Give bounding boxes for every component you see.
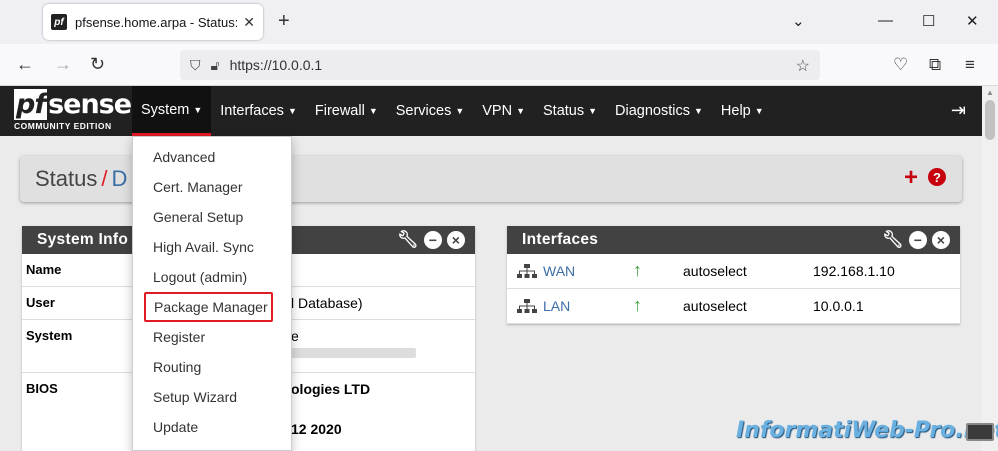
caret-down-icon: ▼ bbox=[516, 106, 526, 116]
menu-item-high-avail-sync[interactable]: High Avail. Sync bbox=[133, 232, 291, 262]
menu-interfaces[interactable]: Interfaces ▼ bbox=[211, 86, 306, 136]
menu-item-logout[interactable]: Logout (admin) bbox=[133, 262, 291, 292]
close-panel-icon[interactable]: × bbox=[447, 231, 465, 249]
system-dropdown-menu: Advanced Cert. Manager General Setup Hig… bbox=[132, 136, 292, 451]
address-bar[interactable]: ⛉ 🔓︎ ☆ bbox=[180, 50, 820, 80]
breadcrumb-current[interactable]: D bbox=[112, 166, 128, 191]
menu-item-package-manager[interactable]: Package Manager bbox=[144, 292, 273, 322]
caret-down-icon: ▼ bbox=[193, 104, 203, 115]
minimize-icon[interactable]: — bbox=[878, 12, 893, 29]
panel-title: Interfaces bbox=[522, 231, 599, 248]
interfaces-panel: Interfaces 🔧︎ − × WAN ↑ autoselect 192.1… bbox=[507, 226, 960, 324]
hamburger-menu-icon[interactable]: ≡ bbox=[965, 55, 975, 75]
main-menu: System ▼ Interfaces ▼ Firewall ▼ Services ▼ … bbox=[132, 86, 773, 136]
menu-services[interactable]: Services ▼ bbox=[387, 86, 474, 136]
pocket-icon[interactable]: ♡ bbox=[893, 55, 908, 75]
menu-help[interactable]: Help ▼ bbox=[712, 86, 773, 136]
pfsense-favicon-icon: pf bbox=[51, 14, 67, 30]
caret-down-icon: ▼ bbox=[588, 106, 598, 116]
add-widget-icon[interactable]: + bbox=[904, 164, 918, 192]
reload-icon[interactable]: ↻ bbox=[90, 54, 105, 75]
wrench-icon[interactable]: 🔧︎ bbox=[882, 230, 904, 250]
arrow-up-icon: ↑ bbox=[633, 295, 642, 315]
menu-system[interactable]: System ▼ bbox=[132, 86, 212, 136]
minimize-panel-icon[interactable]: − bbox=[424, 231, 442, 249]
interface-link-wan[interactable]: WAN bbox=[543, 263, 575, 279]
pfsense-logo[interactable]: pf sense COMMUNITY EDITION bbox=[14, 89, 132, 133]
breadcrumb-separator: / bbox=[101, 166, 108, 191]
maximize-icon[interactable]: ☐ bbox=[922, 12, 935, 30]
menu-firewall[interactable]: Firewall ▼ bbox=[306, 86, 387, 136]
breadcrumb-section[interactable]: Status bbox=[35, 166, 97, 191]
interface-link-lan[interactable]: LAN bbox=[543, 298, 570, 314]
menu-item-advanced[interactable]: Advanced bbox=[133, 142, 291, 172]
menu-status[interactable]: Status ▼ bbox=[534, 86, 606, 136]
browser-nav-bar: ← → ↻ ⛉ 🔓︎ ☆ ♡ ⧉ ≡ bbox=[0, 44, 998, 86]
new-tab-button[interactable]: + bbox=[278, 10, 290, 33]
caret-down-icon: ▼ bbox=[287, 106, 297, 116]
scroll-up-icon[interactable]: ▲ bbox=[986, 88, 994, 97]
logout-icon[interactable]: ⇥ bbox=[951, 100, 966, 121]
close-panel-icon[interactable]: × bbox=[932, 231, 950, 249]
menu-item-register[interactable]: Register bbox=[133, 322, 291, 352]
watermark: InformatiWeb-Pro.net bbox=[736, 418, 998, 443]
menu-vpn[interactable]: VPN ▼ bbox=[473, 86, 534, 136]
pfsense-navbar: pf sense COMMUNITY EDITION System ▼ Interf… bbox=[0, 86, 982, 136]
chevron-down-icon[interactable]: ⌄ bbox=[792, 12, 805, 30]
table-row: LAN ↑ autoselect 10.0.0.1 bbox=[507, 289, 960, 324]
browser-tab-bar: pf pfsense.home.arpa - Status: Das ✕ + ⌄… bbox=[0, 0, 998, 44]
scrollbar-thumb[interactable] bbox=[985, 100, 995, 140]
menu-item-setup-wizard[interactable]: Setup Wizard bbox=[133, 382, 291, 412]
menu-item-general-setup[interactable]: General Setup bbox=[133, 202, 291, 232]
forward-arrow-icon[interactable]: → bbox=[54, 54, 72, 75]
browser-tab[interactable]: pf pfsense.home.arpa - Status: Das ✕ bbox=[43, 4, 263, 40]
redacted-serial bbox=[291, 348, 416, 358]
wrench-icon[interactable]: 🔧︎ bbox=[397, 230, 419, 250]
logo-edition: COMMUNITY EDITION bbox=[14, 121, 112, 131]
caret-down-icon: ▼ bbox=[455, 106, 465, 116]
menu-item-routing[interactable]: Routing bbox=[133, 352, 291, 382]
tab-title: pfsense.home.arpa - Status: Das bbox=[75, 14, 238, 30]
close-icon[interactable]: ✕ bbox=[243, 14, 255, 31]
table-row: WAN ↑ autoselect 192.168.1.10 bbox=[507, 254, 960, 289]
network-icon bbox=[517, 264, 537, 278]
caret-down-icon: ▼ bbox=[368, 106, 378, 116]
back-arrow-icon[interactable]: ← bbox=[16, 54, 34, 75]
network-icon bbox=[517, 299, 537, 313]
menu-item-cert-manager[interactable]: Cert. Manager bbox=[133, 172, 291, 202]
caret-down-icon: ▼ bbox=[694, 106, 703, 116]
panel-title: System Info bbox=[37, 231, 129, 248]
lock-warning-icon[interactable]: 🔓︎ bbox=[211, 57, 220, 74]
caret-down-icon: ▼ bbox=[754, 106, 764, 116]
window-close-icon[interactable]: ✕ bbox=[966, 12, 979, 30]
help-icon[interactable]: ? bbox=[928, 168, 946, 186]
url-input[interactable] bbox=[229, 57, 750, 73]
menu-item-update[interactable]: Update bbox=[133, 412, 291, 442]
laptop-icon bbox=[966, 423, 994, 441]
extensions-icon[interactable]: ⧉ bbox=[929, 55, 941, 75]
bookmark-star-icon[interactable]: ☆ bbox=[796, 56, 810, 76]
menu-diagnostics[interactable]: Diagnostics ▼ bbox=[606, 86, 712, 136]
page-scrollbar[interactable]: ▲ bbox=[982, 86, 998, 451]
arrow-up-icon: ↑ bbox=[633, 260, 642, 280]
minimize-panel-icon[interactable]: − bbox=[909, 231, 927, 249]
shield-icon[interactable]: ⛉ bbox=[190, 57, 201, 74]
